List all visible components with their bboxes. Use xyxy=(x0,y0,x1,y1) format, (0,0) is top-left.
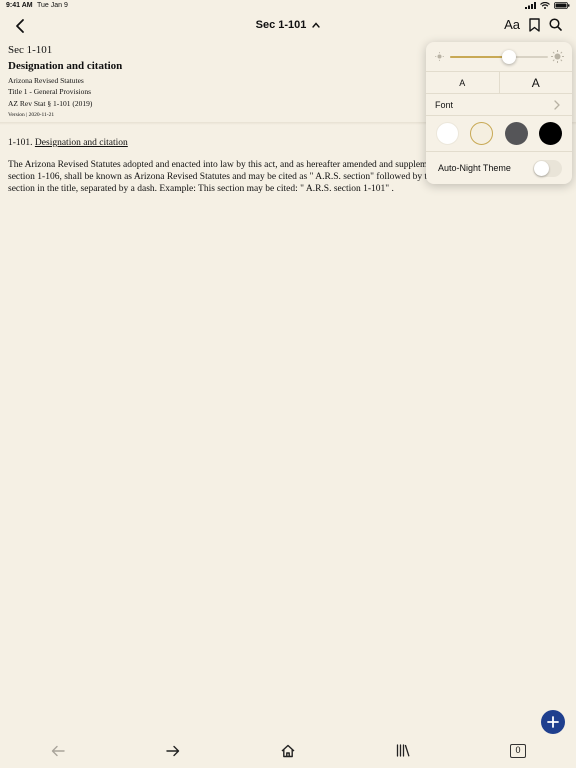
nav-title-container: Sec 1-101 xyxy=(0,19,576,31)
display-settings-popover: A A Font Auto-Night Theme xyxy=(426,42,572,184)
toggle-knob xyxy=(534,161,549,176)
theme-row xyxy=(426,116,572,152)
add-button[interactable] xyxy=(541,710,565,734)
status-date: Tue Jan 9 xyxy=(37,2,68,9)
font-picker-row[interactable]: Font xyxy=(426,94,572,116)
status-bar: 9:41 AM Tue Jan 9 xyxy=(0,0,576,12)
battery-icon xyxy=(554,2,570,9)
sun-large-icon xyxy=(551,50,564,63)
theme-white-button[interactable] xyxy=(435,122,459,145)
sun-small-icon xyxy=(435,52,444,61)
plus-icon xyxy=(547,716,559,728)
cellular-signal-icon xyxy=(525,2,536,9)
bottom-toolbar: 0 xyxy=(0,742,576,764)
theme-black-button[interactable] xyxy=(539,122,563,145)
chevron-up-icon xyxy=(312,22,321,28)
brightness-thumb[interactable] xyxy=(502,50,516,64)
auto-night-row: Auto-Night Theme xyxy=(426,152,572,184)
arrow-left-icon[interactable] xyxy=(51,745,65,757)
search-icon[interactable] xyxy=(549,18,562,31)
nav-actions: Aa xyxy=(504,17,562,32)
arrow-right-icon[interactable] xyxy=(166,745,180,757)
font-size-row: A A xyxy=(426,72,572,94)
home-icon[interactable] xyxy=(281,744,295,758)
brightness-fill xyxy=(450,56,509,58)
decrease-font-size-button[interactable]: A xyxy=(426,72,500,93)
auto-night-label: Auto-Night Theme xyxy=(438,163,511,173)
status-indicators xyxy=(525,2,570,9)
section-link[interactable]: Designation and citation xyxy=(35,138,128,148)
section-line: 1-101. Designation and citation xyxy=(8,138,128,148)
wifi-icon xyxy=(540,2,550,9)
brightness-slider[interactable] xyxy=(450,50,548,64)
section-picker-button[interactable]: Sec 1-101 xyxy=(256,19,321,31)
section-number: 1-101. xyxy=(8,138,33,148)
page-title: Sec 1-101 xyxy=(255,19,307,31)
theme-gray-button[interactable] xyxy=(504,122,528,145)
text-settings-button[interactable]: Aa xyxy=(504,17,520,32)
font-label: Font xyxy=(435,100,454,110)
open-tabs-button[interactable]: 0 xyxy=(510,744,526,758)
chevron-right-icon xyxy=(554,100,560,110)
bookmark-icon[interactable] xyxy=(529,17,540,32)
brightness-row xyxy=(426,42,572,72)
navigation-bar: Sec 1-101 Aa xyxy=(0,14,576,38)
theme-sepia-button[interactable] xyxy=(470,122,494,145)
auto-night-toggle[interactable] xyxy=(533,160,562,177)
chevron-left-icon[interactable] xyxy=(14,18,28,34)
increase-font-size-button[interactable]: A xyxy=(500,72,573,93)
status-time: 9:41 AM xyxy=(6,2,33,9)
library-icon[interactable] xyxy=(396,744,410,757)
